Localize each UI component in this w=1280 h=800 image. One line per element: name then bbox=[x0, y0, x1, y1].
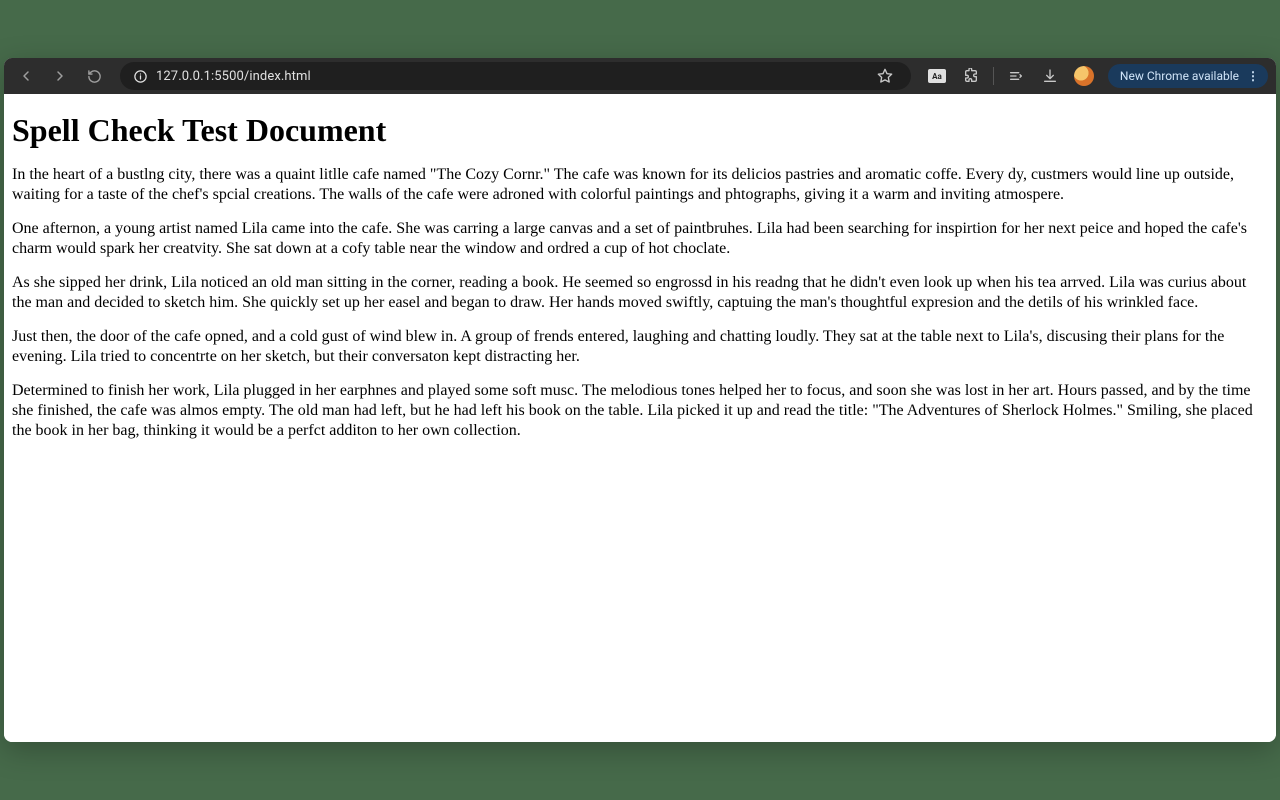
paragraph: Just then, the door of the cafe opned, a… bbox=[12, 327, 1268, 367]
toolbar-right: Aa New Chrome available ⋮ bbox=[923, 62, 1268, 90]
paragraph: As she sipped her drink, Lila noticed an… bbox=[12, 273, 1268, 313]
address-bar[interactable]: 127.0.0.1:5500/index.html bbox=[120, 62, 911, 90]
reload-button[interactable] bbox=[80, 62, 108, 90]
site-info-icon[interactable] bbox=[132, 68, 148, 84]
browser-window: 127.0.0.1:5500/index.html Aa bbox=[4, 58, 1276, 742]
media-controls-icon[interactable] bbox=[1002, 62, 1030, 90]
forward-button[interactable] bbox=[46, 62, 74, 90]
back-button[interactable] bbox=[12, 62, 40, 90]
reader-mode-icon[interactable]: Aa bbox=[923, 62, 951, 90]
paragraph: Determined to finish her work, Lila plug… bbox=[12, 381, 1268, 441]
browser-toolbar: 127.0.0.1:5500/index.html Aa bbox=[4, 58, 1276, 94]
paragraph: One afternon, a young artist named Lila … bbox=[12, 219, 1268, 259]
profile-avatar-icon[interactable] bbox=[1070, 62, 1098, 90]
bookmark-star-icon[interactable] bbox=[871, 62, 899, 90]
page-title: Spell Check Test Document bbox=[12, 112, 1268, 149]
page-content: Spell Check Test Document In the heart o… bbox=[4, 94, 1276, 742]
extensions-icon[interactable] bbox=[957, 62, 985, 90]
chrome-update-label: New Chrome available bbox=[1120, 69, 1239, 83]
chrome-update-chip[interactable]: New Chrome available ⋮ bbox=[1108, 64, 1268, 88]
downloads-icon[interactable] bbox=[1036, 62, 1064, 90]
paragraph: In the heart of a bustlng city, there wa… bbox=[12, 165, 1268, 205]
toolbar-divider bbox=[993, 67, 994, 85]
kebab-menu-icon[interactable]: ⋮ bbox=[1245, 69, 1260, 83]
url-text: 127.0.0.1:5500/index.html bbox=[156, 69, 311, 84]
